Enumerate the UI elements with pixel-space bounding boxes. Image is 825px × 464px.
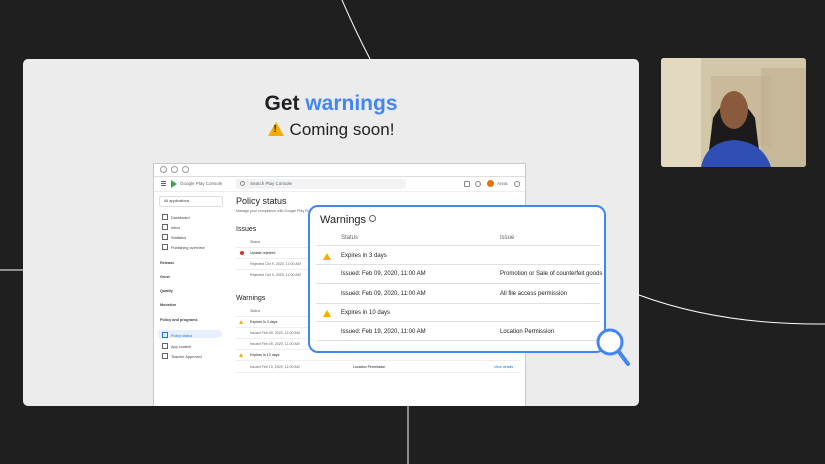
- warning-row[interactable]: Expires in 3 days: [250, 320, 277, 324]
- issue-name[interactable]: Promotion or Sale of counterfeit goods: [500, 271, 602, 277]
- divider: [316, 321, 600, 322]
- publishing-icon: [162, 244, 168, 250]
- divider: [236, 372, 521, 373]
- issues-status-header: Status: [250, 240, 261, 244]
- sidebar: All applications Dashboard Inbox Statist…: [154, 191, 226, 406]
- warnings-title-text: Warnings: [320, 214, 367, 226]
- warning-icon: [239, 353, 243, 357]
- warning-icon: [239, 320, 243, 324]
- sidebar-item-label: Statistics: [171, 236, 187, 240]
- issue-row[interactable]: Rejected Oct 9, 2020, 11:00 AM: [250, 262, 301, 266]
- warning-row[interactable]: Issued Feb 09, 2020, 11:00 AM: [250, 331, 300, 335]
- issue-column-header: Issue: [500, 235, 515, 241]
- search-placeholder: Search Play Console: [250, 181, 293, 186]
- view-details-link[interactable]: View details: [494, 365, 513, 369]
- sidebar-item-app-content[interactable]: App content: [162, 343, 191, 349]
- menu-icon[interactable]: [161, 181, 166, 182]
- sidebar-item-statistics[interactable]: Statistics: [162, 234, 186, 240]
- avatar[interactable]: [487, 180, 494, 187]
- presenter-image: [661, 58, 806, 167]
- sidebar-item-label: Teacher Approved: [171, 355, 202, 359]
- issued-date: Issued: Feb 19, 2020, 11:00 AM: [341, 329, 426, 335]
- issued-date: Issued: Feb 09, 2020, 11:00 AM: [341, 271, 426, 277]
- search-icon: [240, 181, 245, 186]
- issue-row[interactable]: Rejected Oct 9, 2020, 11:00 AM: [250, 273, 301, 277]
- dashboard-icon: [162, 214, 168, 220]
- title-accent-text: warnings: [305, 92, 398, 115]
- window-dot-icon[interactable]: [182, 166, 189, 173]
- issued-date: Issued: Feb 09, 2020, 11:00 AM: [341, 291, 426, 297]
- sidebar-item-label: Dashboard: [171, 216, 190, 220]
- search-input[interactable]: Search Play Console: [236, 179, 406, 189]
- issue-name[interactable]: All file access permission: [500, 291, 567, 297]
- warning-row[interactable]: Issued Feb 19, 2020, 11:00 AM: [250, 365, 300, 369]
- window-dot-icon[interactable]: [160, 166, 167, 173]
- sidebar-item-inbox[interactable]: Inbox: [162, 224, 180, 230]
- user-name: Anna: [497, 181, 508, 186]
- console-name: Google Play Console: [180, 181, 223, 186]
- sidebar-item-label: App content: [171, 345, 192, 349]
- sidebar-section-monetize[interactable]: Monetize: [160, 303, 176, 307]
- inbox-icon: [162, 224, 168, 230]
- shield-icon: [162, 332, 168, 338]
- sidebar-item-teacher-approved[interactable]: Teacher Approved: [162, 353, 202, 359]
- warning-row[interactable]: Expires in 10 days: [250, 353, 279, 357]
- warning-group-label: Expires in 10 days: [341, 310, 391, 316]
- divider: [236, 360, 521, 361]
- divider: [316, 303, 600, 304]
- issues-heading: Issues: [236, 226, 257, 233]
- teacher-icon: [162, 353, 168, 359]
- all-apps-label: All applications: [164, 199, 190, 203]
- info-icon[interactable]: [369, 215, 377, 222]
- divider: [316, 264, 600, 265]
- page-subtitle: Manage your compliance with Google Play …: [236, 209, 315, 213]
- slide-title: Get warnings: [23, 92, 639, 116]
- page-title: Policy status: [236, 196, 287, 206]
- warnings-status-header: Status: [250, 309, 261, 313]
- subtitle-text: Coming soon!: [289, 120, 395, 139]
- all-apps-button[interactable]: All applications: [159, 196, 223, 207]
- devices-icon[interactable]: [464, 181, 470, 187]
- browser-titlebar: [154, 164, 525, 177]
- sidebar-item-publishing[interactable]: Publishing overview: [162, 244, 205, 250]
- warning-icon: [323, 253, 331, 260]
- warning-icon: [267, 122, 284, 136]
- error-icon: [240, 251, 244, 255]
- divider: [316, 283, 600, 284]
- sidebar-item-policy-status[interactable]: Policy status: [162, 332, 192, 338]
- magnifier-icon: [596, 328, 630, 366]
- sidebar-item-label: Inbox: [171, 226, 181, 230]
- warning-issue: Location Permission: [353, 365, 386, 369]
- sidebar-section-policy[interactable]: Policy and programs: [160, 318, 198, 322]
- console-header: Google Play Console Search Play Console …: [154, 177, 525, 192]
- play-logo-icon: [171, 180, 177, 188]
- sidebar-section-grow[interactable]: Grow: [160, 275, 170, 279]
- window-dot-icon[interactable]: [171, 166, 178, 173]
- sidebar-item-label: Policy status: [171, 334, 193, 338]
- sidebar-item-label: Publishing overview: [171, 246, 205, 250]
- warning-group-label: Expires in 3 days: [341, 253, 387, 259]
- warnings-card: Warnings Status Issue Expires in 3 days …: [308, 205, 606, 353]
- warnings-heading: Warnings: [236, 295, 266, 302]
- issue-name[interactable]: Location Permission: [500, 329, 554, 335]
- slide-subtitle: Coming soon!: [23, 120, 639, 140]
- help-icon[interactable]: [475, 181, 481, 187]
- warning-icon: [323, 310, 331, 317]
- statistics-icon: [162, 234, 168, 240]
- warning-row[interactable]: Issued Feb 09, 2020, 11:00 AM: [250, 342, 300, 346]
- google-icon: [514, 181, 520, 187]
- app-content-icon: [162, 343, 168, 349]
- issue-row[interactable]: Update rejected: [250, 251, 275, 255]
- presenter-video: [661, 58, 806, 167]
- warnings-card-title: Warnings: [320, 214, 377, 226]
- sidebar-section-quality[interactable]: Quality: [160, 289, 173, 293]
- status-column-header: Status: [341, 235, 359, 241]
- sidebar-section-release[interactable]: Release: [160, 261, 174, 265]
- title-text: Get: [264, 92, 306, 115]
- divider: [316, 245, 600, 246]
- divider: [316, 340, 600, 341]
- sidebar-item-dashboard[interactable]: Dashboard: [162, 214, 190, 220]
